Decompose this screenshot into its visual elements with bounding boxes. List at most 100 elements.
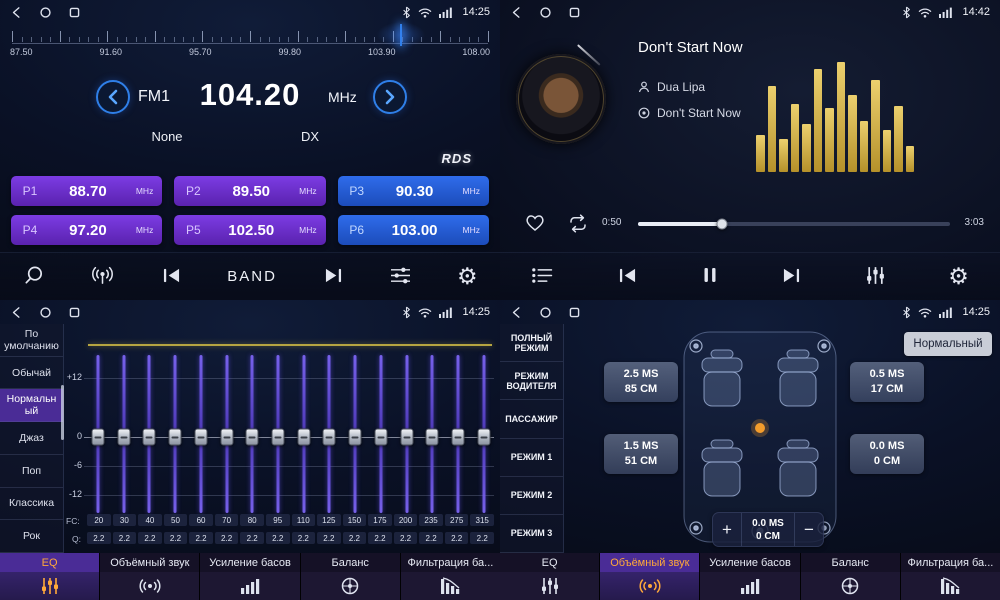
increase-button[interactable]: + (713, 513, 741, 546)
eq-band-slider[interactable] (114, 355, 134, 513)
nav-recents-button[interactable] (568, 6, 581, 19)
music-progress-bar[interactable] (638, 222, 950, 226)
radio-statusbar: 14:25 (0, 0, 500, 24)
eq-band-slider[interactable] (319, 355, 339, 513)
eq-slider-knob[interactable] (169, 429, 182, 446)
eq-slider-knob[interactable] (246, 429, 259, 446)
eq-band-slider[interactable] (88, 355, 108, 513)
eq-band-slider[interactable] (474, 355, 494, 513)
nav-back-button[interactable] (10, 306, 23, 319)
eq-slider-knob[interactable] (117, 429, 130, 446)
radio-preset-button[interactable]: P497.20MHz (11, 215, 162, 245)
eq-slider-knob[interactable] (92, 429, 105, 446)
tab-surround-sound[interactable]: Объёмный звук (100, 553, 200, 600)
nav-recents-button[interactable] (68, 306, 81, 319)
eq-band-slider[interactable] (268, 355, 288, 513)
eq-preset-item[interactable]: Рок (0, 520, 63, 553)
eq-band-slider[interactable] (191, 355, 211, 513)
surround-mode-item[interactable]: РЕЖИМ 1 (500, 439, 563, 477)
eq-slider-knob[interactable] (194, 429, 207, 446)
nav-recents-button[interactable] (568, 306, 581, 319)
nav-home-button[interactable] (539, 306, 552, 319)
next-button[interactable] (322, 267, 345, 287)
nav-back-button[interactable] (10, 6, 23, 19)
radio-waves-button[interactable] (90, 264, 115, 290)
radio-preset-button[interactable]: P390.30MHz (338, 176, 489, 206)
tab-surround-sound[interactable]: Объёмный звук (600, 553, 700, 600)
rear-right-delay-button[interactable]: 0.0 MS 0 CM (850, 434, 924, 474)
tab-balance[interactable]: Баланс (801, 553, 901, 600)
eq-fc-value: 200 (394, 514, 418, 526)
tab-eq[interactable]: EQ (0, 553, 100, 600)
nav-back-button[interactable] (510, 6, 523, 19)
eq-slider-knob[interactable] (349, 429, 362, 446)
tab-filter[interactable]: Фильтрация ба... (901, 553, 1000, 600)
surround-mode-item[interactable]: ПОЛНЫЙ РЕЖИМ (500, 324, 563, 362)
scan-button[interactable] (22, 264, 45, 290)
repeat-button[interactable] (566, 214, 590, 236)
eq-slider-knob[interactable] (323, 429, 336, 446)
eq-band-slider[interactable] (371, 355, 391, 513)
eq-slider-knob[interactable] (400, 429, 413, 446)
radio-preset-button[interactable]: P5102.50MHz (174, 215, 325, 245)
band-button[interactable]: BAND (227, 268, 277, 285)
eq-slider-knob[interactable] (452, 429, 465, 446)
eq-band-slider[interactable] (448, 355, 468, 513)
eq-scrollbar[interactable] (61, 385, 64, 440)
ruler-tick (288, 37, 289, 42)
eq-band-slider[interactable] (422, 355, 442, 513)
eq-slider-knob[interactable] (272, 429, 285, 446)
previous-button[interactable] (160, 267, 183, 287)
eq-band-slider[interactable] (242, 355, 262, 513)
tab-eq[interactable]: EQ (500, 553, 600, 600)
front-right-delay-button[interactable]: 0.5 MS 17 CM (850, 362, 924, 402)
music-progress-knob[interactable] (717, 219, 728, 230)
tab-balance[interactable]: Баланс (301, 553, 401, 600)
tab-bass-boost[interactable]: Усиление басов (200, 553, 300, 600)
equalizer-button[interactable] (865, 265, 886, 289)
tune-up-button[interactable] (373, 80, 407, 114)
nav-home-button[interactable] (39, 6, 52, 19)
nav-recents-button[interactable] (68, 6, 81, 19)
eq-slider-knob[interactable] (143, 429, 156, 446)
rear-left-delay-button[interactable]: 1.5 MS 51 CM (604, 434, 678, 474)
previous-button[interactable] (616, 267, 639, 287)
radio-preset-button[interactable]: P188.70MHz (11, 176, 162, 206)
decrease-button[interactable]: − (795, 513, 823, 546)
eq-slider-knob[interactable] (477, 429, 490, 446)
eq-slider-knob[interactable] (426, 429, 439, 446)
eq-band-slider[interactable] (345, 355, 365, 513)
eq-preset-item[interactable]: По умолчанию (0, 324, 63, 357)
equalizer-button[interactable] (389, 266, 412, 288)
nav-back-button[interactable] (510, 306, 523, 319)
eq-band-slider[interactable] (165, 355, 185, 513)
eq-band-slider[interactable] (217, 355, 237, 513)
eq-preset-item[interactable]: Нормальный (0, 389, 63, 422)
surround-mode-item[interactable]: РЕЖИМ 2 (500, 477, 563, 515)
radio-frequency-ruler[interactable] (12, 27, 488, 44)
pause-button[interactable] (702, 266, 718, 287)
tab-bass-boost[interactable]: Усиление басов (700, 553, 800, 600)
settings-button[interactable]: ⚙ (457, 265, 478, 288)
tab-filter[interactable]: Фильтрация ба... (401, 553, 500, 600)
surround-mode-item[interactable]: РЕЖИМ 3 (500, 515, 563, 553)
surround-mode-item[interactable]: РЕЖИМ ВОДИТЕЛЯ (500, 362, 563, 400)
eq-slider-knob[interactable] (374, 429, 387, 446)
settings-button[interactable]: ⚙ (948, 265, 969, 288)
radio-preset-button[interactable]: P6103.00MHz (338, 215, 489, 245)
nav-home-button[interactable] (539, 6, 552, 19)
sound-profile-button[interactable]: Нормальный (904, 332, 992, 356)
front-left-delay-button[interactable]: 2.5 MS 85 CM (604, 362, 678, 402)
radio-preset-button[interactable]: P289.50MHz (174, 176, 325, 206)
nav-home-button[interactable] (39, 306, 52, 319)
eq-slider-knob[interactable] (297, 429, 310, 446)
playlist-button[interactable] (531, 267, 554, 287)
eq-band-slider[interactable] (139, 355, 159, 513)
next-button[interactable] (780, 267, 803, 287)
eq-band-slider[interactable] (397, 355, 417, 513)
favorite-button[interactable] (524, 212, 546, 235)
tune-down-button[interactable] (96, 80, 130, 114)
eq-slider-knob[interactable] (220, 429, 233, 446)
surround-mode-item[interactable]: ПАССАЖИР (500, 400, 563, 438)
eq-band-slider[interactable] (294, 355, 314, 513)
